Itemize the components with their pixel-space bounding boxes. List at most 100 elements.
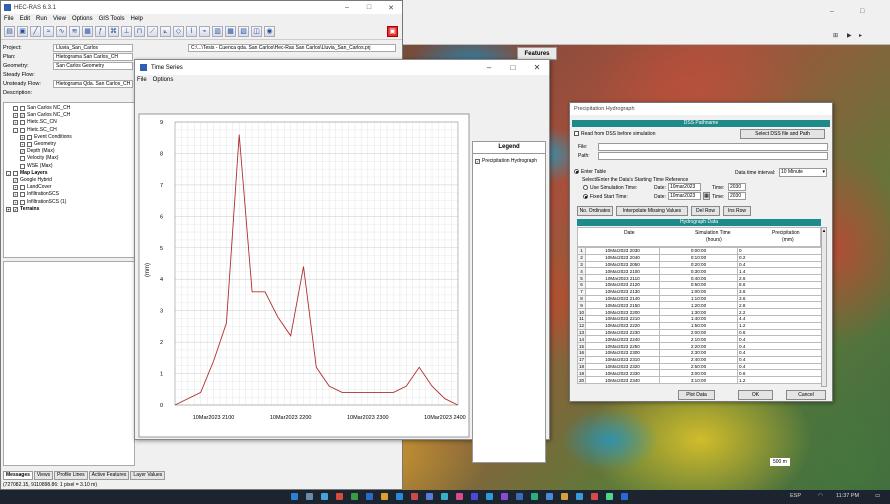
row-sim-time[interactable]: 1:50:00 bbox=[659, 321, 738, 330]
row-sim-time[interactable]: 3:10:00 bbox=[659, 376, 738, 384]
table-row[interactable]: 2 10Mar2023 2040 0:10:00 0.2 bbox=[577, 253, 822, 262]
app-icon-4[interactable] bbox=[381, 493, 388, 500]
tab-views[interactable]: Views bbox=[33, 471, 54, 480]
row-precip[interactable]: 2.2 bbox=[737, 308, 822, 316]
ras-mapper-icon[interactable]: ◉ bbox=[264, 26, 275, 37]
row-sim-time[interactable]: 2:50:00 bbox=[659, 362, 738, 371]
checkbox-icon[interactable] bbox=[13, 170, 18, 176]
row-sim-time[interactable]: 2:20:00 bbox=[659, 342, 738, 350]
menu-gis-tools[interactable]: GIS Tools bbox=[99, 16, 125, 22]
xs-plot-icon[interactable]: ⊓ bbox=[134, 26, 145, 37]
steady-flow-icon[interactable]: ≈ bbox=[43, 26, 54, 37]
table-row[interactable]: 10 10Mar2023 2200 1:30:00 2.2 bbox=[577, 308, 822, 316]
tree-item[interactable]: - San Carlos NC_CH bbox=[6, 105, 132, 112]
radio-selected-icon[interactable] bbox=[574, 169, 579, 175]
close-icon[interactable]: ✕ bbox=[380, 4, 402, 12]
maximize-icon[interactable]: □ bbox=[358, 4, 380, 12]
expand-icon[interactable]: + bbox=[13, 113, 18, 119]
app-icon-11[interactable] bbox=[486, 493, 493, 500]
close-icon[interactable]: ✕ bbox=[525, 63, 549, 72]
app-icon-10[interactable] bbox=[471, 493, 478, 500]
tab-messages[interactable]: Messages bbox=[3, 471, 33, 480]
row-date[interactable]: 10Mar2023 2110 bbox=[585, 274, 660, 282]
row-date[interactable]: 10Mar2023 2140 bbox=[585, 294, 660, 303]
unsteady-flow-icon[interactable]: ∿ bbox=[56, 26, 67, 37]
row-precip[interactable]: 4.4 bbox=[737, 314, 822, 323]
checkbox-icon[interactable] bbox=[20, 185, 25, 191]
menu-view[interactable]: View bbox=[53, 16, 66, 22]
fixed-time-input[interactable]: 2030 bbox=[728, 192, 746, 200]
row-precip[interactable]: 0.4 bbox=[737, 355, 822, 364]
tab-active-features[interactable]: Active Features bbox=[88, 471, 130, 480]
collapse-icon[interactable]: - bbox=[13, 106, 18, 112]
ts-titlebar[interactable]: Time Series – □ ✕ bbox=[135, 60, 549, 75]
legend-entry[interactable]: ✓ Precipitation Hydrograph bbox=[473, 154, 545, 168]
maximize-icon[interactable]: □ bbox=[860, 8, 864, 15]
rating-curve-icon[interactable]: ⟀ bbox=[160, 26, 171, 37]
checkbox-icon[interactable] bbox=[20, 192, 25, 198]
checkbox-icon[interactable] bbox=[27, 142, 32, 148]
layer-tree[interactable]: - San Carlos NC_CH + ✓ San Carlos NC_CH + Hiet… bbox=[3, 102, 135, 258]
checkbox-checked-icon[interactable]: ✓ bbox=[13, 206, 18, 212]
tree-item[interactable]: WSE (Max) bbox=[6, 163, 132, 170]
collapse-icon[interactable]: - bbox=[6, 170, 11, 176]
menu-file[interactable]: File bbox=[4, 16, 14, 22]
checkbox-icon[interactable] bbox=[20, 199, 25, 205]
table-row[interactable]: 11 10Mar2023 2210 1:40:00 4.4 bbox=[577, 314, 822, 323]
minimize-icon[interactable]: – bbox=[830, 8, 834, 15]
row-date[interactable]: 10Mar2023 2330 bbox=[585, 369, 660, 378]
checkbox-checked-icon[interactable]: ✓ bbox=[20, 149, 25, 155]
select-dss-button[interactable]: Select DSS file and Path bbox=[740, 129, 825, 139]
tree-item[interactable]: - Map Layers bbox=[6, 170, 132, 177]
row-sim-time[interactable]: 0:00:00 bbox=[659, 247, 738, 255]
app-icon-18[interactable] bbox=[591, 493, 598, 500]
dss-path-input[interactable] bbox=[598, 152, 828, 160]
tab-layer-values[interactable]: Layer Values bbox=[130, 471, 166, 480]
menu-options[interactable]: Options bbox=[72, 16, 93, 22]
row-sim-time[interactable]: 2:00:00 bbox=[659, 328, 738, 337]
tree-item[interactable]: + Geometry bbox=[6, 141, 132, 148]
no-ordinates-button[interactable]: No. Ordinates bbox=[577, 206, 613, 216]
row-sim-time[interactable]: 1:20:00 bbox=[659, 301, 738, 310]
row-date[interactable]: 10Mar2023 2320 bbox=[585, 362, 660, 371]
expand-icon[interactable]: + bbox=[6, 206, 11, 212]
table-row[interactable]: 19 10Mar2023 2330 3:00:00 0.6 bbox=[577, 369, 822, 378]
table-scrollbar[interactable]: ▴ bbox=[821, 227, 827, 387]
interval-select[interactable]: 10 Minute ▾ bbox=[779, 168, 827, 177]
tree-item[interactable]: + InfiltrationSCS (1) bbox=[6, 198, 132, 205]
table-row[interactable]: 14 10Mar2023 2240 2:10:00 0.4 bbox=[577, 335, 822, 344]
row-precip[interactable]: 3.6 bbox=[737, 287, 822, 296]
table-row[interactable]: 17 10Mar2023 2310 2:40:00 0.4 bbox=[577, 355, 822, 364]
ok-button[interactable]: OK bbox=[738, 390, 773, 400]
expand-icon[interactable]: + bbox=[13, 192, 18, 198]
app-icon-14[interactable] bbox=[531, 493, 538, 500]
tree-item[interactable]: + Event Conditions bbox=[6, 134, 132, 141]
row-sim-time[interactable]: 1:40:00 bbox=[659, 314, 738, 323]
fixed-start-option[interactable]: Fixed Start Time: bbox=[583, 194, 628, 200]
app-icon-12[interactable] bbox=[501, 493, 508, 500]
app-icon-8[interactable] bbox=[441, 493, 448, 500]
menu-edit[interactable]: Edit bbox=[20, 16, 30, 22]
table-row[interactable]: 7 10Mar2023 2130 1:00:00 3.6 bbox=[577, 287, 822, 296]
xs-table-icon[interactable]: ▥ bbox=[212, 26, 223, 37]
row-sim-time[interactable]: 0:10:00 bbox=[659, 253, 738, 262]
app-icon-1[interactable] bbox=[336, 493, 343, 500]
notification-icon[interactable]: ▭ bbox=[875, 493, 880, 499]
menu-help[interactable]: Help bbox=[131, 16, 143, 22]
row-date[interactable]: 10Mar2023 2250 bbox=[585, 342, 660, 350]
table-row[interactable]: 13 10Mar2023 2230 2:00:00 0.6 bbox=[577, 328, 822, 337]
compute-steady-icon[interactable]: ƒ bbox=[95, 26, 106, 37]
app-icon-9[interactable] bbox=[456, 493, 463, 500]
compute-unsteady-icon[interactable]: ⌘ bbox=[108, 26, 119, 37]
row-precip[interactable]: 0.6 bbox=[737, 328, 822, 337]
tree-item[interactable]: Velocity (Max) bbox=[6, 155, 132, 162]
scroll-up-icon[interactable]: ▴ bbox=[822, 228, 826, 234]
row-date[interactable]: 10Mar2023 2200 bbox=[585, 308, 660, 316]
row-date[interactable]: 10Mar2023 2230 bbox=[585, 328, 660, 337]
checkbox-checked-icon[interactable]: ✓ bbox=[20, 113, 25, 119]
row-date[interactable]: 10Mar2023 2050 bbox=[585, 260, 660, 269]
summary-icon[interactable]: ▧ bbox=[238, 26, 249, 37]
checkbox-icon[interactable] bbox=[20, 127, 25, 133]
tree-item[interactable]: ✓ Depth (Max) bbox=[6, 148, 132, 155]
checkbox-icon[interactable] bbox=[20, 106, 25, 112]
